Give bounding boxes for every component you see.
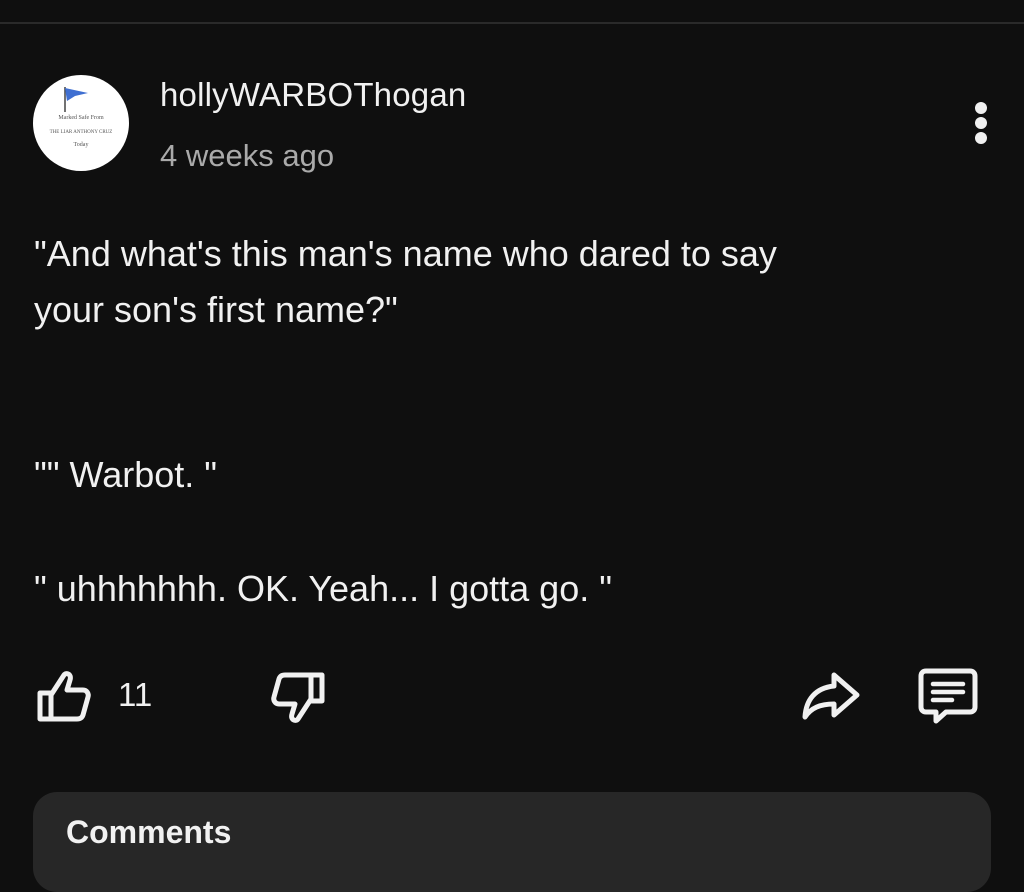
post-text-line: " uhhhhhhh. OK. Yeah... I gotta go. ": [34, 568, 613, 609]
thumbs-down-icon[interactable]: [270, 670, 328, 726]
flag-icon: [64, 87, 88, 112]
more-options-icon[interactable]: [966, 100, 998, 146]
post-text-line: your son's first name?": [34, 289, 398, 330]
comments-panel[interactable]: Comments: [33, 792, 991, 892]
thumbs-up-icon[interactable]: [34, 668, 92, 724]
comments-heading: Comments: [66, 814, 232, 850]
post-text-line: "And what's this man's name who dared to…: [34, 233, 777, 274]
community-post: Marked Safe From THE LIAR ANTHONY CRUZ T…: [0, 0, 1024, 892]
author-name[interactable]: hollyWARBOThogan: [160, 76, 466, 114]
post-timestamp[interactable]: 4 weeks ago: [160, 138, 334, 174]
avatar-text-line2: THE LIAR ANTHONY CRUZ: [49, 130, 113, 135]
avatar-text-line1: Marked Safe From: [58, 115, 104, 121]
avatar[interactable]: Marked Safe From THE LIAR ANTHONY CRUZ T…: [33, 75, 129, 171]
comment-icon[interactable]: [916, 666, 980, 726]
share-icon[interactable]: [800, 670, 862, 722]
like-count: 11: [118, 676, 153, 713]
post-text-line: "" Warbot. ": [34, 454, 218, 495]
avatar-text-line3: Today: [73, 142, 89, 148]
